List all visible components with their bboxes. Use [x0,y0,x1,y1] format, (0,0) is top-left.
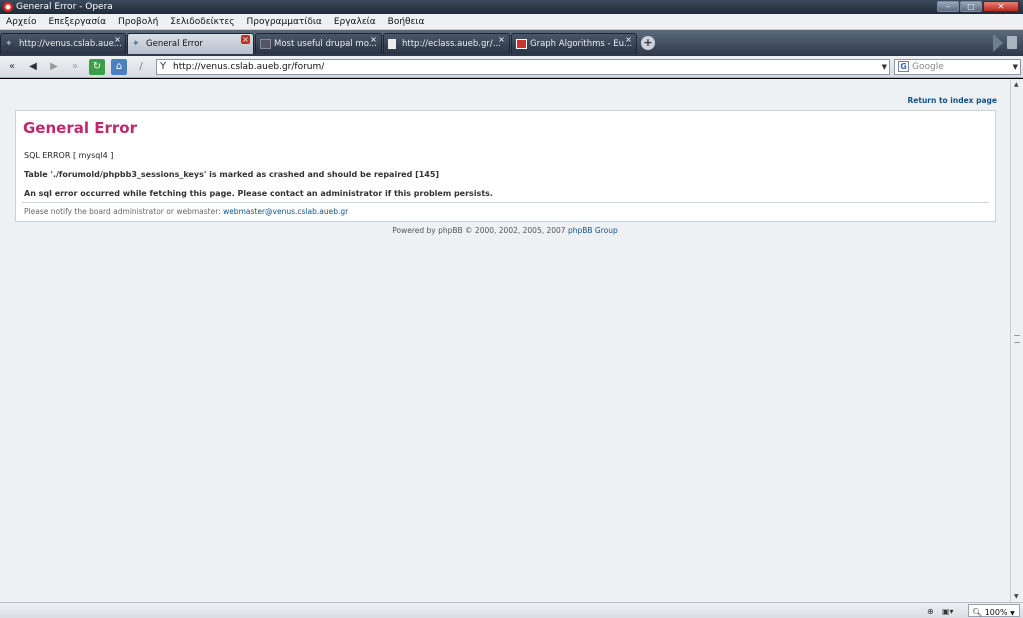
menu-edit[interactable]: Επεξεργασία [49,14,107,29]
tab-label: http://eclass.aueb.gr/... [402,39,501,49]
vertical-scrollbar[interactable]: ▲ ▼ [1010,79,1023,602]
tab-label: Graph Algorithms - Eu... [530,39,633,49]
error-panel: General Error SQL ERROR [ mysql4 ] Table… [15,110,996,222]
tab-venus[interactable]: ✦ http://venus.cslab.aue... × [0,33,126,54]
search-placeholder: Google [912,62,944,72]
address-field[interactable]: Y http://venus.cslab.aueb.gr/forum/ ▼ [156,59,890,75]
scroll-down-icon[interactable]: ▼ [1014,593,1019,600]
close-tab-icon[interactable]: × [113,35,122,44]
page-icon [260,39,271,49]
tab-label: http://venus.cslab.aue... [19,39,122,49]
menu-tools[interactable]: Εργαλεία [334,14,376,29]
navigation-bar: « ◀ ▶ » ↻ ⌂ / Y http://venus.cslab.aueb.… [0,56,1023,78]
title-bar: General Error - Opera – □ ✕ [0,0,1023,14]
menu-widgets[interactable]: Προγραμματίδια [247,14,322,29]
image-toggle-icon[interactable]: ▣▾ [942,604,954,617]
window-title: General Error - Opera [16,2,113,12]
phpbb-group-link[interactable]: phpBB Group [568,226,618,235]
divider [22,202,989,203]
menu-view[interactable]: Προβολή [118,14,158,29]
url-text: http://venus.cslab.aueb.gr/forum/ [173,62,325,72]
close-tab-icon[interactable]: × [497,35,506,44]
return-index-link[interactable]: Return to index page [908,96,997,105]
opera-icon [3,2,13,12]
trash-icon[interactable] [1007,36,1017,49]
tab-drupal[interactable]: Most useful drupal mo... × [255,33,382,54]
forward-button[interactable]: ▶ [46,59,62,75]
tab-eclass[interactable]: http://eclass.aueb.gr/... × [383,33,510,54]
fast-forward-button[interactable]: » [67,59,83,75]
home-button[interactable]: ⌂ [111,59,127,75]
chevron-down-icon[interactable]: ▼ [1010,610,1015,617]
chevron-down-icon[interactable]: ▼ [1013,60,1018,74]
table-crash-text: Table './forumold/phpbb3_sessions_keys' … [24,170,440,179]
status-bar: ⊕ ▣▾ 🔍︎ 100% ▼ [0,602,1023,618]
magnifier-icon: 🔍︎ [972,608,983,617]
zoom-value: 100% [984,608,1008,617]
new-tab-button[interactable]: + [641,36,655,50]
menu-bookmarks[interactable]: Σελιδοδείκτες [170,14,234,29]
scroll-up-icon[interactable]: ▲ [1014,81,1019,88]
tab-graph-algorithms[interactable]: Graph Algorithms - Eu... × [511,33,637,54]
page-icon: ✦ [5,39,13,49]
close-tab-icon[interactable]: × [241,35,250,44]
back-button[interactable]: ◀ [25,59,41,75]
notify-text: Please notify the board administrator or… [24,207,348,216]
menu-bar: Αρχείο Επεξεργασία Προβολή Σελιδοδείκτες… [0,14,1023,30]
footer-powered: Powered by phpBB © 2000, 2002, 2005, 200… [0,226,1010,235]
tab-label: Most useful drupal mo... [274,39,377,49]
zoom-control[interactable]: 🔍︎ 100% ▼ [968,604,1020,617]
document-icon [388,39,396,49]
scroll-grip[interactable] [1014,335,1020,343]
maximize-button[interactable]: □ [960,1,982,12]
sql-error-text: SQL ERROR [ mysql4 ] [24,151,114,160]
site-icon: Y [160,61,167,72]
close-tab-icon[interactable]: × [624,35,633,44]
page-icon [516,39,527,49]
wand-button[interactable]: / [133,59,149,75]
menu-help[interactable]: Βοήθεια [388,14,425,29]
minimize-button[interactable]: – [937,1,959,12]
tab-bar: ✦ http://venus.cslab.aue... × ✦ General … [0,30,1023,56]
fetch-error-text: An sql error occurred while fetching thi… [24,189,493,198]
page-title: General Error [23,119,137,137]
tab-general-error[interactable]: ✦ General Error × [127,33,254,54]
google-icon: G [898,61,909,72]
close-window-button[interactable]: ✕ [983,1,1019,12]
reload-button[interactable]: ↻ [89,59,105,75]
window-controls: – □ ✕ [937,1,1019,12]
menu-file[interactable]: Αρχείο [6,14,37,29]
rewind-button[interactable]: « [4,59,20,75]
page-icon: ✦ [132,39,140,49]
page-content: Return to index page General Error SQL E… [0,79,1010,602]
notify-label: Please notify the board administrator or… [24,207,221,216]
search-input[interactable]: G Google ▼ [894,59,1021,75]
turbo-icon[interactable]: ⊕ [927,604,934,617]
powered-text: Powered by phpBB © 2000, 2002, 2005, 200… [392,226,566,235]
chevron-down-icon[interactable]: ▼ [882,60,887,74]
tab-label: General Error [146,39,203,49]
close-tab-icon[interactable]: × [369,35,378,44]
webmaster-email-link[interactable]: webmaster@venus.cslab.aueb.gr [223,207,348,216]
tab-arrow-icon [993,34,1003,52]
